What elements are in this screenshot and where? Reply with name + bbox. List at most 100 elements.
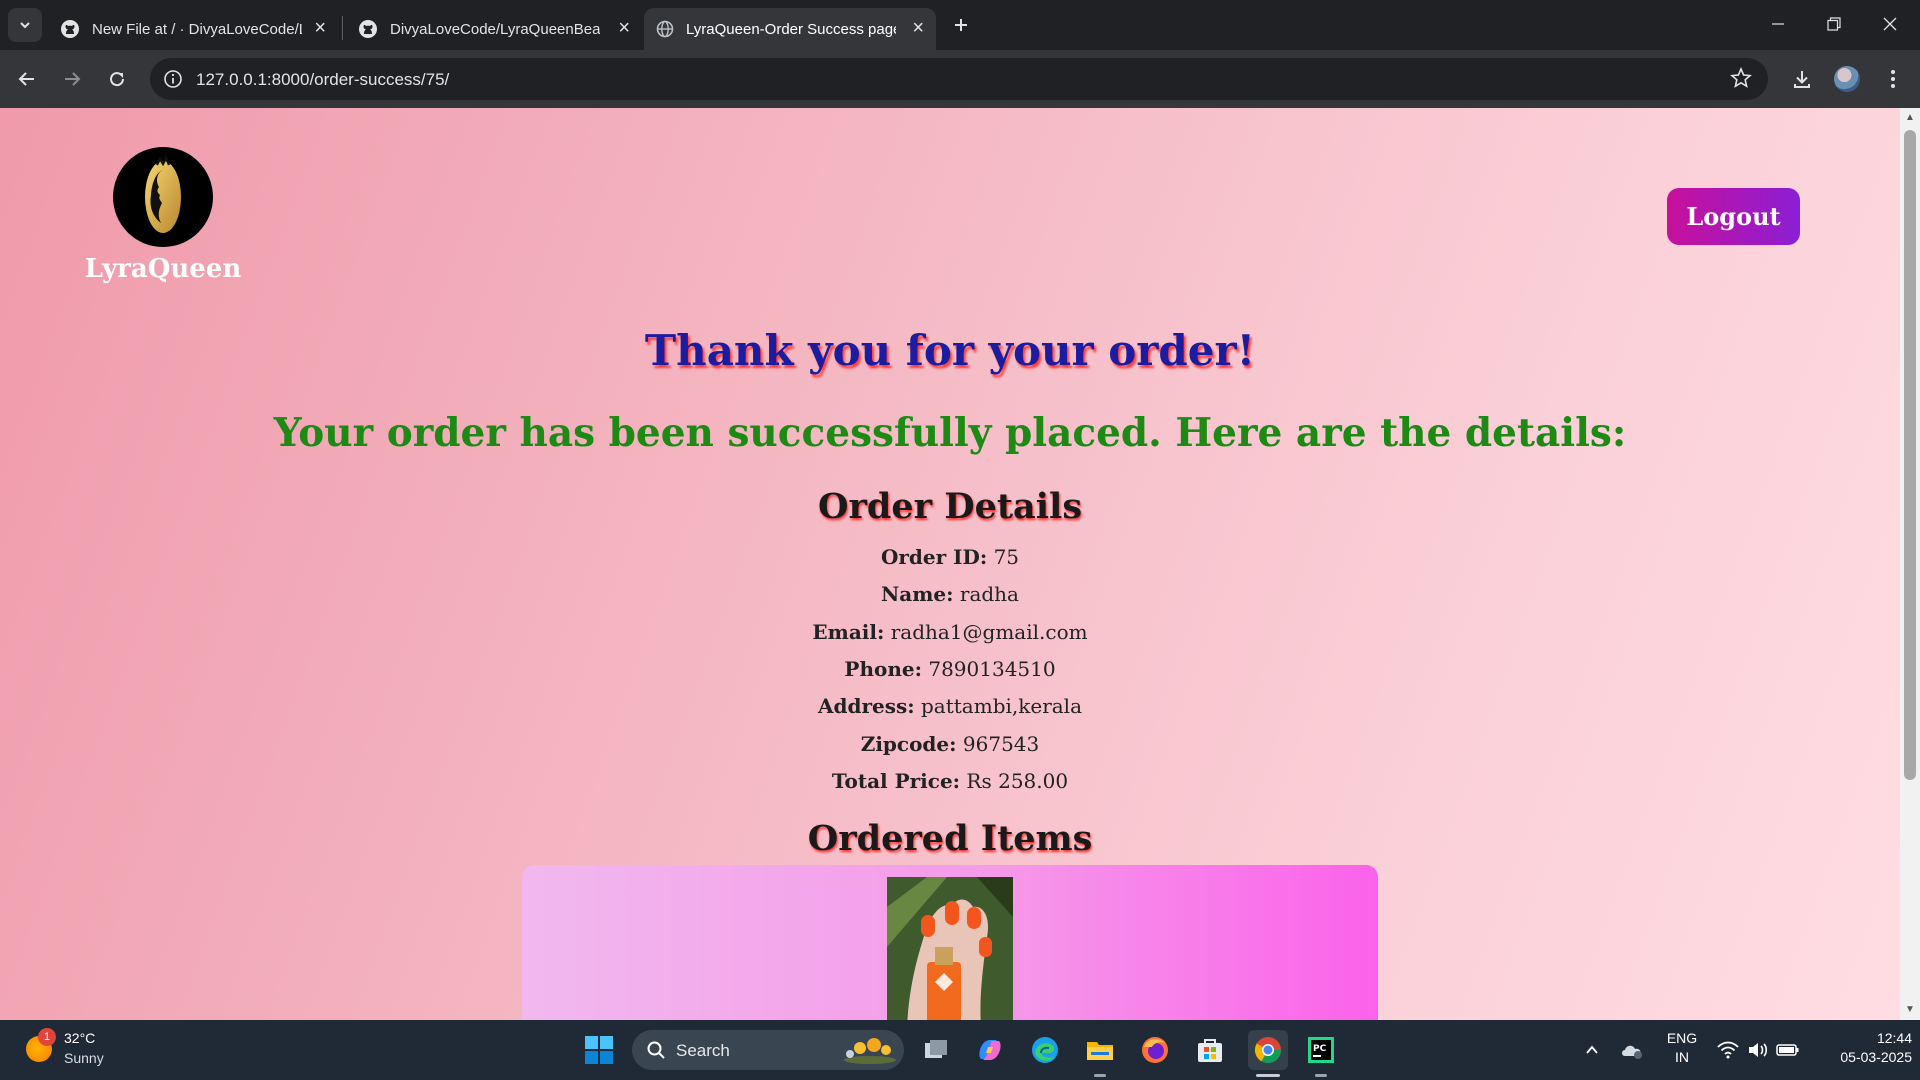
detail-label: Zipcode: — [860, 732, 957, 756]
search-icon — [647, 1041, 665, 1059]
region-code: IN — [1675, 1049, 1689, 1065]
tab-title: New File at / · DivyaLoveCode/LyraQueenB… — [92, 20, 302, 38]
weather-temperature: 32°C — [64, 1030, 96, 1046]
tab-order-success[interactable]: LyraQueen-Order Success page × — [644, 8, 936, 50]
info-icon[interactable] — [160, 66, 186, 92]
detail-label: Address: — [817, 694, 915, 718]
running-indicator — [1315, 1074, 1327, 1077]
clock-time: 12:44 — [1876, 1030, 1912, 1046]
detail-label: Phone: — [844, 657, 922, 681]
more-vertical-icon — [1891, 70, 1895, 88]
task-view-icon — [925, 1040, 947, 1058]
order-details-title: Order Details — [817, 486, 1083, 527]
detail-label: Name: — [881, 582, 954, 606]
detail-label: Email: — [812, 620, 885, 644]
detail-phone: Phone: 7890134510 — [0, 657, 1900, 681]
address-bar[interactable]: 127.0.0.1:8000/order-success/75/ — [150, 58, 1768, 100]
running-indicator — [1094, 1074, 1106, 1077]
detail-value: radha1@gmail.com — [884, 620, 1088, 644]
github-icon — [359, 20, 377, 38]
minimize-icon — [1772, 23, 1784, 25]
scroll-up-icon[interactable]: ▲ — [1904, 112, 1916, 124]
edge-button[interactable] — [1027, 1032, 1063, 1068]
detail-name: Name: radha — [0, 582, 1900, 606]
store-icon — [1198, 1039, 1222, 1062]
url-text[interactable]: 127.0.0.1:8000/order-success/75/ — [196, 70, 449, 90]
restore-button[interactable] — [1806, 0, 1862, 48]
language-code: ENG — [1666, 1030, 1698, 1046]
chevron-down-icon — [20, 22, 30, 29]
start-button[interactable] — [581, 1032, 617, 1068]
task-view-button[interactable] — [918, 1032, 954, 1068]
file-explorer-button[interactable] — [1082, 1032, 1118, 1068]
browser-toolbar: 127.0.0.1:8000/order-success/75/ — [0, 50, 1920, 108]
clock-date: 05-03-2025 — [1840, 1049, 1912, 1065]
product-image[interactable] — [887, 877, 1013, 1020]
scroll-down-icon[interactable]: ▼ — [1904, 1004, 1916, 1016]
taskbar-search[interactable]: Search — [632, 1030, 904, 1070]
microsoft-store-button[interactable] — [1192, 1032, 1228, 1068]
chrome-icon — [1254, 1037, 1282, 1064]
detail-email: Email: radha1@gmail.com — [0, 620, 1900, 644]
search-label: Search — [676, 1041, 730, 1060]
brand-name[interactable]: LyraQueen — [70, 254, 256, 284]
browser-tab-bar: New File at / · DivyaLoveCode/LyraQueenB… — [0, 0, 1920, 50]
page-scrollbar[interactable]: ▲ ▼ — [1900, 108, 1920, 1020]
star-icon[interactable] — [1730, 66, 1752, 94]
language-indicator[interactable]: ENG IN — [1660, 1030, 1704, 1065]
plus-icon — [955, 19, 967, 31]
ordered-items-title: Ordered Items — [807, 818, 1093, 859]
windows-taskbar: 1 32°C Sunny Search PC ENG IN 12:44 05-0… — [0, 1020, 1920, 1080]
cloud-icon — [1622, 1045, 1642, 1059]
thank-you-heading: Thank you for your order! — [644, 326, 1256, 375]
close-icon[interactable]: × — [314, 18, 326, 38]
detail-order-id: Order ID: 75 — [0, 545, 1900, 569]
close-window-button[interactable] — [1862, 0, 1918, 48]
browser-menu-button[interactable] — [1876, 62, 1910, 96]
detail-label: Total Price: — [831, 769, 961, 793]
minimize-button[interactable] — [1750, 0, 1806, 48]
show-hidden-icons-button[interactable] — [1574, 1032, 1610, 1068]
volume-icon — [1749, 1043, 1768, 1057]
tab-search-button[interactable] — [8, 8, 42, 42]
active-indicator — [1256, 1074, 1280, 1077]
reload-button[interactable] — [100, 62, 134, 96]
back-button[interactable] — [10, 62, 44, 96]
notification-badge: 1 — [38, 1028, 56, 1046]
forward-button[interactable] — [55, 62, 89, 96]
reload-icon — [110, 72, 125, 87]
new-tab-button[interactable] — [944, 10, 978, 40]
tab-title: LyraQueen-Order Success page — [686, 20, 896, 38]
tab-github-new-file[interactable]: New File at / · DivyaLoveCode/LyraQueenB… — [48, 8, 338, 50]
close-icon[interactable]: × — [618, 18, 630, 38]
arrow-left-icon — [18, 72, 34, 86]
detail-value: radha — [953, 582, 1019, 606]
close-icon[interactable]: × — [912, 18, 924, 38]
profile-button[interactable] — [1830, 62, 1864, 96]
tab-github-repo[interactable]: DivyaLoveCode/LyraQueenBeauty × — [346, 8, 642, 50]
copilot-button[interactable] — [972, 1032, 1008, 1068]
chevron-up-icon — [1586, 1045, 1598, 1054]
page-viewport: LyraQueen Logout Thank you for your orde… — [0, 108, 1900, 1020]
queen-silhouette-icon — [145, 155, 181, 233]
copilot-icon — [979, 1040, 1001, 1060]
windows-icon — [585, 1036, 613, 1064]
flowers-icon — [844, 1038, 896, 1064]
chrome-button[interactable] — [1248, 1030, 1288, 1070]
onedrive-button[interactable] — [1614, 1032, 1650, 1068]
logout-button[interactable]: Logout — [1667, 188, 1800, 245]
firefox-button[interactable] — [1137, 1032, 1173, 1068]
detail-address: Address: pattambi,kerala — [0, 694, 1900, 718]
clock[interactable]: 12:44 05-03-2025 — [1812, 1030, 1912, 1065]
scrollbar-thumb[interactable] — [1904, 130, 1916, 780]
weather-description: Sunny — [64, 1050, 104, 1066]
detail-total-price: Total Price: Rs 258.00 — [0, 769, 1900, 793]
detail-label: Order ID: — [880, 545, 988, 569]
pycharm-button[interactable]: PC — [1303, 1032, 1339, 1068]
downloads-button[interactable] — [1785, 62, 1819, 96]
brand-logo[interactable] — [113, 147, 213, 247]
ordered-item-card — [522, 865, 1378, 1020]
avatar — [1834, 66, 1860, 92]
battery-icon — [1776, 1044, 1799, 1056]
battery-button[interactable] — [1770, 1032, 1806, 1068]
